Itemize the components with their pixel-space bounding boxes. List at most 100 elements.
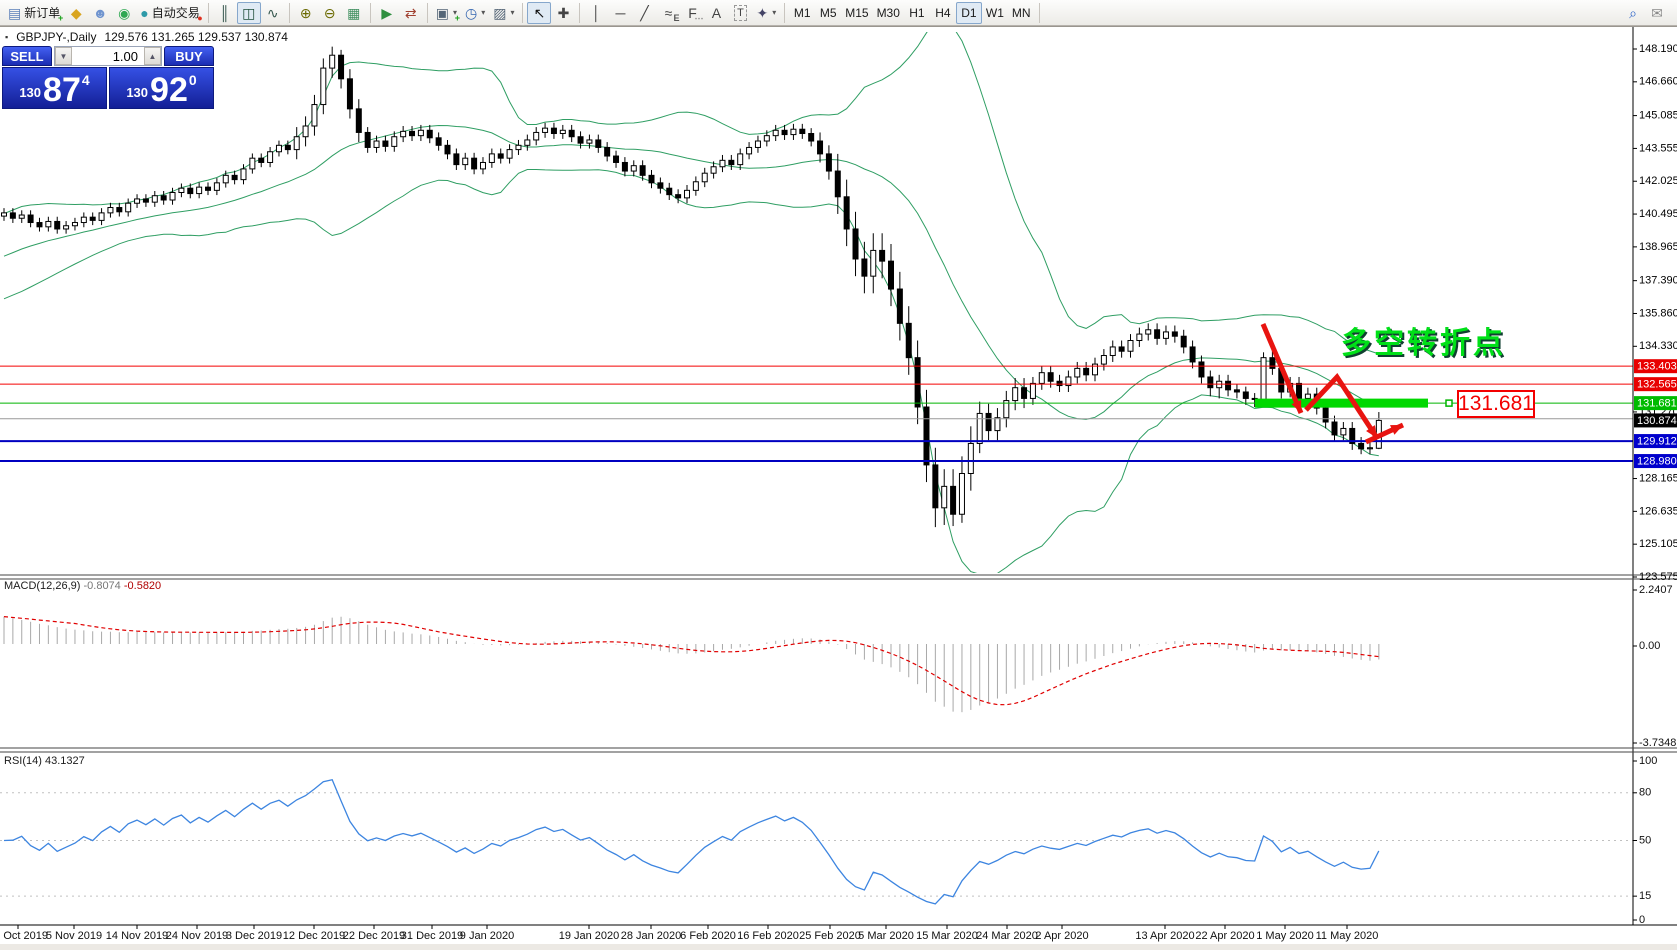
chat-icon: ✉ [1651,4,1663,21]
horizontal-line-button[interactable]: ─ [608,2,632,24]
crosshair-button[interactable]: ✚ [551,2,575,24]
buy-button[interactable]: BUY [164,46,214,66]
rsi-value: 43.1327 [44,755,85,767]
arrows-icon: ✦ [756,4,769,21]
svg-text:140.495: 140.495 [1639,208,1677,220]
svg-text:15: 15 [1639,890,1651,902]
svg-text:27 Oct 2019: 27 Oct 2019 [0,930,48,942]
mql5-icon: ◆ [70,4,82,21]
timeframe-M30[interactable]: M30 [873,2,904,24]
indicator-axes: 2.2407 0.00 -3.7348 100 80 50 15 0 [1633,584,1676,926]
sell-price-button[interactable]: 130 87 4 [2,67,107,109]
svg-text:24 Nov 2019: 24 Nov 2019 [166,930,228,942]
cursor-button[interactable]: ↖ [527,1,552,24]
timeframe-MN[interactable]: MN [1008,2,1035,24]
svg-text:132.565: 132.565 [1637,379,1677,391]
svg-text:12 Dec 2019: 12 Dec 2019 [283,930,345,942]
volume-decrease-button[interactable]: ▼ [55,47,72,65]
auto-scroll-button[interactable]: ▶ [375,2,399,24]
chart-shift-button[interactable]: ⇄ [399,2,423,24]
new-order-button[interactable]: ▤ + 新订单 [4,2,64,24]
svg-text:5 Mar 2020: 5 Mar 2020 [858,930,914,942]
zoom-out-icon: ⊖ [323,4,336,21]
new-chart-button[interactable]: ▣ + ▾ [432,2,461,24]
svg-text:31 Dec 2019: 31 Dec 2019 [401,930,463,942]
price-level-label[interactable]: 131.681 [1457,390,1535,418]
text-label-button[interactable]: T [728,2,752,24]
channel-button[interactable]: ≈ E [656,2,680,24]
svg-text:0.00: 0.00 [1639,640,1660,652]
buy-price-main: 92 [150,71,188,109]
templates-icon: ▨ [493,4,507,21]
timeframe-H4[interactable]: H4 [930,2,956,24]
svg-text:11 May 2020: 11 May 2020 [1316,930,1379,942]
toolbar-group: ▣ + ▾ ◷ ▾ ▨ ▾ [432,2,519,24]
signals-button[interactable]: ◉ [112,2,136,24]
svg-text:100: 100 [1639,755,1657,767]
bar-chart-icon: ║ [219,4,230,21]
svg-text:5 Nov 2019: 5 Nov 2019 [46,930,102,942]
volume-stepper: ▼ 1.00 ▲ [54,46,162,66]
line-chart-button[interactable]: ∿ [261,2,285,24]
icon-badge: ● [197,12,203,23]
zoom-out-button[interactable]: ⊖ [318,2,342,24]
toolbar-group: │ ─ ╱ ≈ E F ⋯ A T ✦ ▾ [584,2,780,24]
svg-text:137.390: 137.390 [1639,275,1677,287]
svg-text:22 Dec 2019: 22 Dec 2019 [343,930,405,942]
rsi-name: RSI(14) [4,755,42,767]
horizontal-line-icon: ─ [615,4,626,21]
text-button[interactable]: A [704,2,728,24]
bar-chart-button[interactable]: ║ [213,2,237,24]
svg-text:6 Feb 2020: 6 Feb 2020 [680,930,736,942]
timeframe-M5[interactable]: M5 [815,2,841,24]
svg-text:15 Mar 2020: 15 Mar 2020 [916,930,978,942]
svg-text:0: 0 [1639,914,1645,926]
candlestick-chart-button[interactable]: ◫ [236,1,261,24]
timeframe-M15[interactable]: M15 [841,2,872,24]
mql5-button[interactable]: ◆ [64,2,88,24]
time-axis: 27 Oct 20195 Nov 2019 14 Nov 201924 Nov 2… [0,925,1378,942]
trendline-button[interactable]: ╱ [632,2,656,24]
fibonacci-button[interactable]: F ⋯ [680,2,704,24]
timeframe-M15-label: M15 [845,5,869,20]
svg-text:125.105: 125.105 [1639,538,1677,550]
autotrade-button[interactable]: ● ● 自动交易 [136,2,203,24]
price-axis: 148.190 146.660 145.085 143.555 142.025 140.4… [1633,43,1677,583]
search-icon: ⌕ [1629,4,1637,21]
volume-input[interactable]: 1.00 [72,47,144,65]
tile-windows-button[interactable]: ▦ [342,2,366,24]
autotrade-icon: ● [140,4,149,21]
arrows-button[interactable]: ✦ ▾ [752,2,780,24]
new-chart-icon: ▣ [435,4,449,21]
timeframe-D1[interactable]: D1 [955,1,982,24]
templates-button[interactable]: ▨ ▾ [489,2,518,24]
volume-increase-button[interactable]: ▲ [144,47,161,65]
sell-button[interactable]: SELL [2,46,52,66]
svg-text:130.874: 130.874 [1637,415,1677,427]
channel-icon: ≈ [664,4,673,21]
svg-text:3 Dec 2019: 3 Dec 2019 [226,930,282,942]
periods-button[interactable]: ◷ ▾ [461,2,489,24]
rsi-indicator [3,779,1380,905]
timeframe-M1[interactable]: M1 [789,2,815,24]
search-button[interactable]: ⌕ [1621,2,1645,24]
buy-price-sup: 0 [188,72,197,88]
chat-button[interactable]: ✉ [1645,2,1669,24]
community-button[interactable]: ☻ [88,2,112,24]
new-order-icon: ▤ [8,4,22,21]
timeframe-H1[interactable]: H1 [904,2,930,24]
mt4-window: ▤ + 新订单 ◆ ☻ ◉ ● ● 自动交易 ║ ◫ ∿ ⊕ ⊖ ▦ ▶ ⇄ ▣ + ▾ ◷ ▾ ▨ ▾ ↖ ✚ │ ─ ╱ ≈ E F ⋯ A T… [0,0,1677,950]
svg-text:143.555: 143.555 [1639,142,1677,154]
chart-title: ▪ GBPJPY-,Daily 129.576 131.265 129.537 … [5,30,288,44]
vertical-line-icon: │ [592,4,601,21]
svg-text:123.575: 123.575 [1639,571,1677,583]
chart-canvas[interactable]: 148.190 146.660 145.085 143.555 142.025 140.4… [0,0,1677,950]
timeframe-W1[interactable]: W1 [982,2,1008,24]
candlestick-chart-icon: ◫ [242,4,256,21]
svg-text:-3.7348: -3.7348 [1639,737,1676,749]
turning-point-annotation[interactable]: 多空转折点 [1341,318,1506,362]
zoom-in-button[interactable]: ⊕ [294,2,318,24]
buy-price-button[interactable]: 130 92 0 [109,67,214,109]
vertical-line-button[interactable]: │ [584,2,608,24]
toolbar-separator [207,2,209,23]
